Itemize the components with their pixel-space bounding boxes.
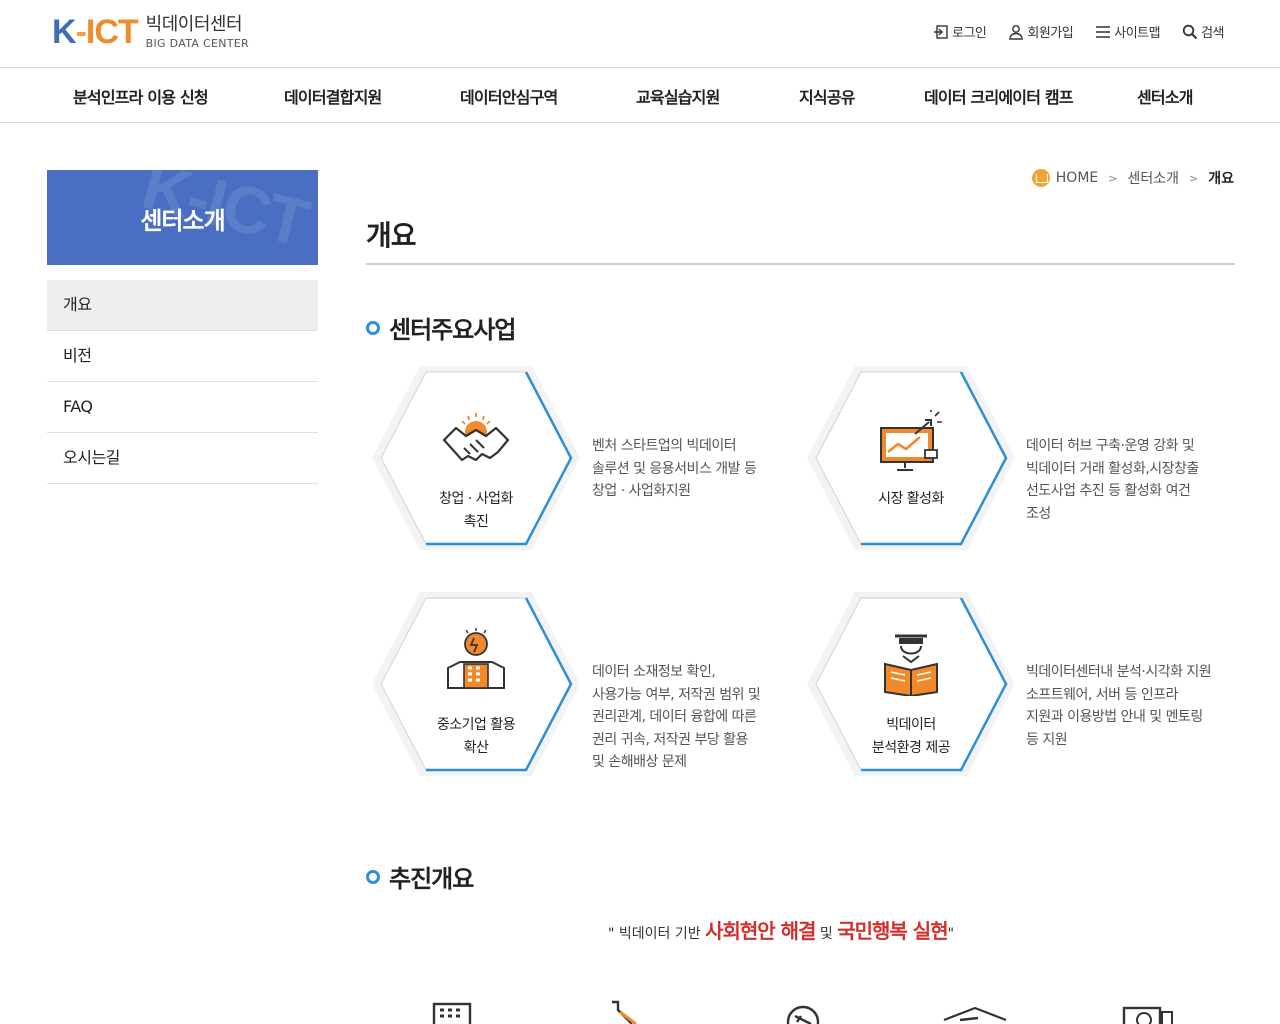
sidebar-item-overview[interactable]: 개요	[47, 280, 318, 331]
card-description: 빅데이터센터내 분석·시각화 지원 소프트웨어, 서버 등 인프라 지원과 이용…	[1026, 664, 1212, 748]
card-description: 데이터 허브 구축·운영 강화 및 빅데이터 거래 활성화,시장창출 선도사업 …	[1026, 438, 1199, 522]
building-icon	[432, 1002, 472, 1024]
card-description: 데이터 소재정보 확인, 사용가능 여부, 저작권 범위 및 권리관계, 데이터…	[592, 664, 761, 770]
breadcrumb-current: 개요	[1208, 171, 1234, 187]
breadcrumb-home[interactable]: HOME	[1056, 170, 1098, 186]
card-label: 확산	[463, 740, 489, 756]
card-label: 빅데이터	[886, 717, 936, 733]
card-label: 촉진	[463, 514, 489, 530]
section-title: 추진개요	[366, 859, 474, 894]
bullet-circle-icon	[366, 320, 380, 335]
breadcrumb: HOME > 센터소개 > 개요	[1031, 168, 1234, 188]
business-card-startup: 창업 · 사업화 촉진	[368, 362, 584, 554]
breadcrumb-parent[interactable]: 센터소개	[1127, 168, 1179, 188]
divider	[366, 263, 1235, 265]
business-card-analysis-env: 빅데이터 분석환경 제공	[803, 588, 1019, 780]
sidebar-menu: 개요 비전 FAQ 오시는길	[47, 280, 318, 484]
globe-screen-icon	[1122, 1006, 1173, 1024]
card-label: 창업 · 사업화	[439, 491, 513, 507]
logo[interactable]: K-ICT 빅데이터센터 BIG DATA CENTER	[52, 14, 249, 50]
flask-icon	[612, 1000, 637, 1024]
nav-center-intro[interactable]: 센터소개	[1137, 84, 1193, 108]
sidebar-item-vision[interactable]: 비전	[47, 331, 318, 382]
graduation-cap-icon	[943, 1006, 1007, 1022]
card-label: 중소기업 활용	[436, 717, 516, 733]
section-title: 센터주요사업	[366, 310, 516, 345]
main-nav: 분석인프라 이용 신청 데이터결합지원 데이터안심구역 교육실습지원 지식공유 …	[0, 68, 1280, 123]
overview-icons	[0, 1000, 1280, 1024]
login-icon	[934, 24, 948, 39]
business-card-market: 시장 활성화	[803, 362, 1019, 554]
sidebar-header: K-ICT 센터소개	[47, 170, 318, 265]
handshake-icon	[442, 413, 510, 462]
login-link[interactable]: 로그인	[933, 22, 987, 41]
user-icon	[1009, 24, 1024, 40]
slogan: " 빅데이터 기반 사회현안 해결 및 국민행복 실현"	[608, 919, 955, 943]
nav-safe-zone[interactable]: 데이터안심구역	[460, 84, 558, 108]
nav-analysis-infra[interactable]: 분석인프라 이용 신청	[73, 84, 209, 108]
nav-data-combination[interactable]: 데이터결합지원	[284, 84, 382, 108]
search-icon	[1182, 24, 1198, 39]
card-label: 분석환경 제공	[871, 740, 951, 756]
tools-icon	[786, 1005, 820, 1024]
nav-creator-camp[interactable]: 데이터 크리에이터 캠프	[924, 84, 1074, 108]
search-link[interactable]: 검색	[1182, 22, 1224, 41]
card-label: 시장 활성화	[878, 491, 944, 507]
home-icon	[1031, 169, 1050, 187]
page-title: 개요	[366, 219, 417, 252]
graduate-book-icon	[884, 634, 938, 696]
growth-chart-icon	[880, 410, 942, 471]
business-card-sme: 중소기업 활용 확산	[368, 588, 584, 780]
header: K-ICT 빅데이터센터 BIG DATA CENTER 로그인 회원가입 사이…	[0, 0, 1280, 68]
sidebar-item-directions[interactable]: 오시는길	[47, 433, 318, 484]
chevron-right-icon: >	[1108, 171, 1118, 185]
sitemap-link[interactable]: 사이트맵	[1095, 22, 1161, 41]
signup-link[interactable]: 회원가입	[1008, 22, 1074, 41]
card-description: 벤처 스타트업의 빅데이터 솔루션 및 응용서비스 개발 등 창업 · 사업화지…	[592, 438, 757, 499]
nav-knowledge[interactable]: 지식공유	[799, 84, 855, 108]
building-idea-icon	[447, 628, 505, 689]
sidebar-title: 센터소개	[140, 207, 225, 235]
logo-subtitle: BIG DATA CENTER	[145, 36, 249, 50]
logo-title: 빅데이터센터	[145, 13, 243, 35]
logo-mark: K-ICT	[52, 13, 139, 51]
utility-nav: 로그인 회원가입 사이트맵 검색	[933, 22, 1224, 41]
chevron-right-icon: >	[1189, 171, 1199, 185]
bullet-circle-icon	[366, 869, 380, 884]
nav-education[interactable]: 교육실습지원	[636, 84, 720, 108]
menu-icon	[1096, 25, 1111, 38]
sidebar-item-faq[interactable]: FAQ	[47, 382, 318, 433]
